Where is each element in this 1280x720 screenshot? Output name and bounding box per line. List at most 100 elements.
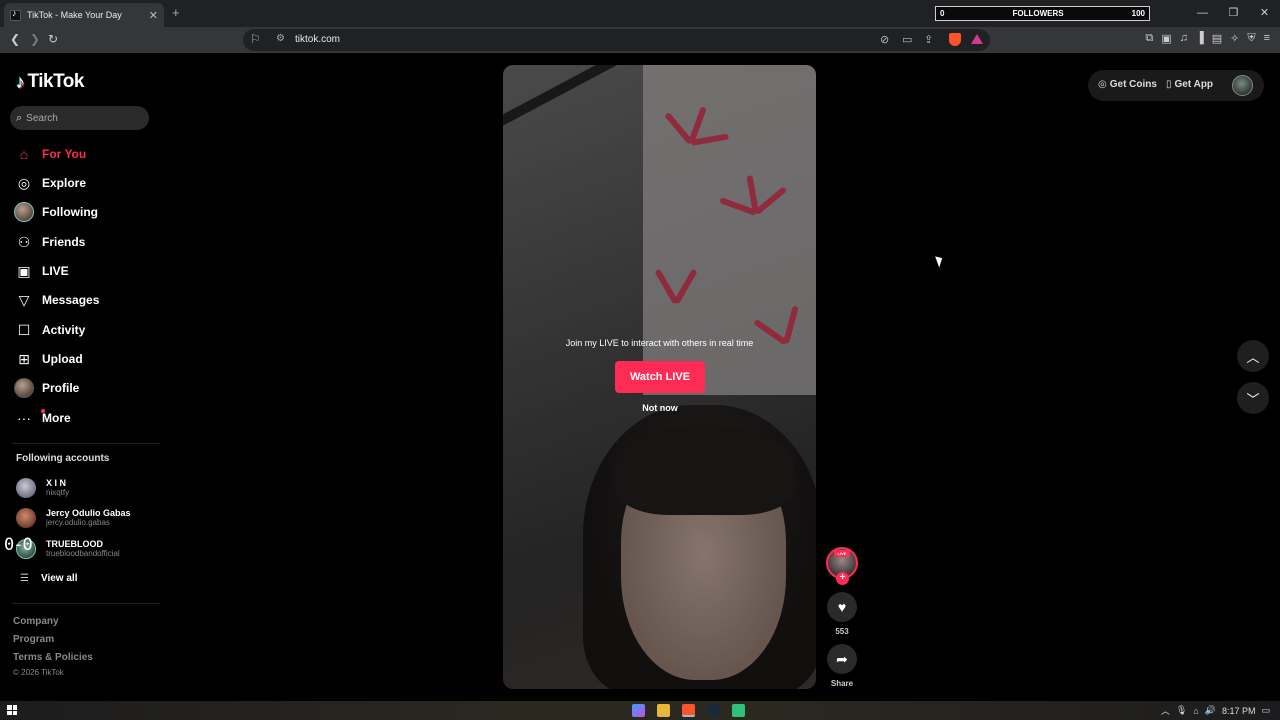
close-window-button[interactable]: ✕ — [1249, 0, 1280, 27]
share-icon[interactable]: ⇪ — [924, 33, 933, 46]
copilot-icon[interactable] — [632, 704, 645, 717]
tiktok-logo[interactable]: ♪ TikTok — [16, 71, 84, 93]
share-button[interactable]: ➦ — [827, 644, 857, 674]
overlay-counter: 0-0 — [4, 535, 33, 555]
home-icon: ⌂ — [19, 146, 29, 162]
account-item[interactable]: X I N nixqtfy — [16, 474, 156, 502]
sidebar: ♪ TikTok ⌕ ⌂ For You ◎ Explore Following… — [0, 53, 160, 701]
like-count: 553 — [835, 627, 849, 636]
send-icon: ▽ — [18, 291, 30, 308]
followers-current: 0 — [940, 9, 945, 18]
footer-program[interactable]: Program — [13, 634, 54, 645]
notifications-icon[interactable]: ▭ — [1261, 705, 1270, 716]
restore-button[interactable]: ❐ — [1218, 0, 1249, 27]
account-item[interactable]: TRUEBLOOD truebloodbandofficial — [16, 535, 156, 563]
like-button[interactable]: ♥ — [827, 592, 857, 622]
chevron-up-icon: ︿ — [1246, 349, 1260, 365]
sidebar-item-upload[interactable]: ⊞ Upload — [13, 347, 153, 371]
sidebar-item-friends[interactable]: ⚇ Friends — [13, 230, 153, 254]
divider — [12, 443, 160, 444]
profile-avatar — [14, 378, 34, 398]
wallet-icon[interactable]: ▤ — [1212, 32, 1222, 45]
sidebar-toggle-icon[interactable]: ▐ — [1196, 32, 1204, 45]
sidebar-item-messages[interactable]: ▽ Messages — [13, 288, 153, 312]
system-tray: ︿ 🎙 ⌂ 🔊 8:17 PM ▭ — [1161, 704, 1270, 717]
not-now-button[interactable]: Not now — [620, 403, 700, 413]
brave-browser-icon[interactable] — [682, 704, 695, 717]
search-icon: ⌕ — [16, 111, 23, 124]
account-avatar — [16, 478, 36, 498]
back-icon[interactable]: ❮ — [10, 32, 20, 46]
sidebar-item-profile[interactable]: Profile — [13, 376, 153, 400]
footer-terms[interactable]: Terms & Policies — [13, 652, 93, 663]
volume-icon[interactable]: 🔊 — [1205, 705, 1216, 716]
following-avatar — [14, 202, 34, 222]
share-label: Share — [830, 679, 854, 688]
chevron-up-icon[interactable]: ︿ — [1161, 704, 1170, 717]
sidebar-item-more[interactable]: ··· More — [13, 406, 153, 430]
get-app-button[interactable]: ▯ Get App — [1166, 79, 1213, 90]
cast-icon[interactable]: ▭ — [902, 33, 912, 46]
view-all-link[interactable]: ☰ View all — [20, 573, 77, 584]
taskbar-apps — [632, 704, 745, 717]
compass-icon: ◎ — [17, 174, 31, 191]
app-icon[interactable] — [732, 704, 745, 717]
microphone-icon[interactable]: 🎙 — [1176, 705, 1187, 716]
leo-ai-icon[interactable]: ✧ — [1230, 32, 1239, 45]
copyright: © 2026 TikTok — [13, 668, 64, 677]
following-accounts-heading: Following accounts — [16, 453, 110, 464]
minimize-button[interactable]: — — [1187, 0, 1218, 27]
bookmark-icon[interactable]: ⚐ — [250, 32, 261, 46]
followers-goal: 100 — [1131, 9, 1145, 18]
new-tab-icon[interactable]: + — [172, 5, 180, 20]
file-explorer-icon[interactable] — [657, 704, 670, 717]
sidebar-item-live[interactable]: ▣ LIVE — [13, 259, 153, 283]
brave-rewards-icon[interactable] — [971, 34, 983, 47]
address-bar[interactable]: ⚐ ⚙ tiktok.com ⊘ ▭ ⇪ — [243, 29, 990, 51]
list-icon: ☰ — [20, 573, 29, 584]
live-prompt-text: Join my LIVE to interact with others in … — [565, 338, 754, 348]
start-button[interactable] — [7, 705, 17, 715]
account-item[interactable]: Jercy Odulio Gabas jercy.odulio.gabas — [16, 504, 156, 532]
no-tracking-icon[interactable]: ⊘ — [880, 33, 889, 46]
menu-icon[interactable]: ≡ — [1264, 32, 1270, 45]
windows-taskbar: ︿ 🎙 ⌂ 🔊 8:17 PM ▭ — [0, 701, 1280, 720]
footer-company[interactable]: Company — [13, 616, 59, 627]
reader-icon[interactable]: ▣ — [1161, 32, 1171, 45]
url-text[interactable]: tiktok.com — [295, 34, 340, 45]
clock-time[interactable]: 8:17 PM — [1222, 706, 1256, 716]
phone-icon: ▯ — [1166, 79, 1172, 90]
tab-close-icon[interactable]: ✕ — [149, 9, 158, 22]
network-icon[interactable]: ⌂ — [1193, 706, 1198, 716]
vpn-icon[interactable]: ⛨ — [1247, 32, 1255, 45]
tiktok-page: ♪ TikTok ⌕ ⌂ For You ◎ Explore Following… — [0, 53, 1280, 701]
sidebar-item-following[interactable]: Following — [13, 200, 153, 224]
get-coins-button[interactable]: ◎ Get Coins — [1098, 79, 1157, 90]
extensions-icon[interactable]: ⧉ — [1145, 32, 1153, 45]
tab-title: TikTok - Make Your Day — [27, 10, 122, 20]
site-settings-icon[interactable]: ⚙ — [276, 33, 285, 44]
search-box[interactable]: ⌕ — [10, 106, 149, 130]
plus-square-icon: ⊞ — [18, 350, 30, 367]
watch-live-button[interactable]: Watch LIVE — [615, 361, 705, 393]
previous-video-button[interactable]: ︿ — [1237, 340, 1269, 372]
sidebar-item-explore[interactable]: ◎ Explore — [13, 171, 153, 195]
browser-tab[interactable]: TikTok - Make Your Day ✕ — [4, 3, 164, 27]
reload-icon[interactable]: ↻ — [48, 32, 58, 46]
live-tv-icon: ▣ — [17, 262, 31, 279]
sidebar-item-activity[interactable]: ☐ Activity — [13, 318, 153, 342]
extension-toolbar: ⧉ ▣ ♫ ▐ ▤ ✧ ⛨ ≡ — [1145, 32, 1270, 45]
brave-shields-icon[interactable] — [949, 33, 961, 49]
user-avatar[interactable] — [1232, 75, 1253, 96]
search-input[interactable] — [26, 112, 137, 124]
steam-icon[interactable] — [707, 704, 720, 717]
media-icon[interactable]: ♫ — [1180, 32, 1188, 45]
next-video-button[interactable]: ﹀ — [1237, 382, 1269, 414]
follow-plus-button[interactable]: + — [836, 572, 849, 585]
browser-nav-bar: ❮ ❯ ↻ ⚐ ⚙ tiktok.com ⊘ ▭ ⇪ ⧉ ▣ ♫ ▐ ▤ ✧ ⛨… — [0, 27, 1280, 53]
browser-tab-bar: TikTok - Make Your Day ✕ + 0 FOLLOWERS 1… — [0, 0, 1280, 27]
notification-dot — [41, 409, 45, 413]
coin-icon: ◎ — [1098, 79, 1107, 90]
forward-icon[interactable]: ❯ — [30, 32, 40, 46]
sidebar-item-for-you[interactable]: ⌂ For You — [13, 142, 153, 166]
